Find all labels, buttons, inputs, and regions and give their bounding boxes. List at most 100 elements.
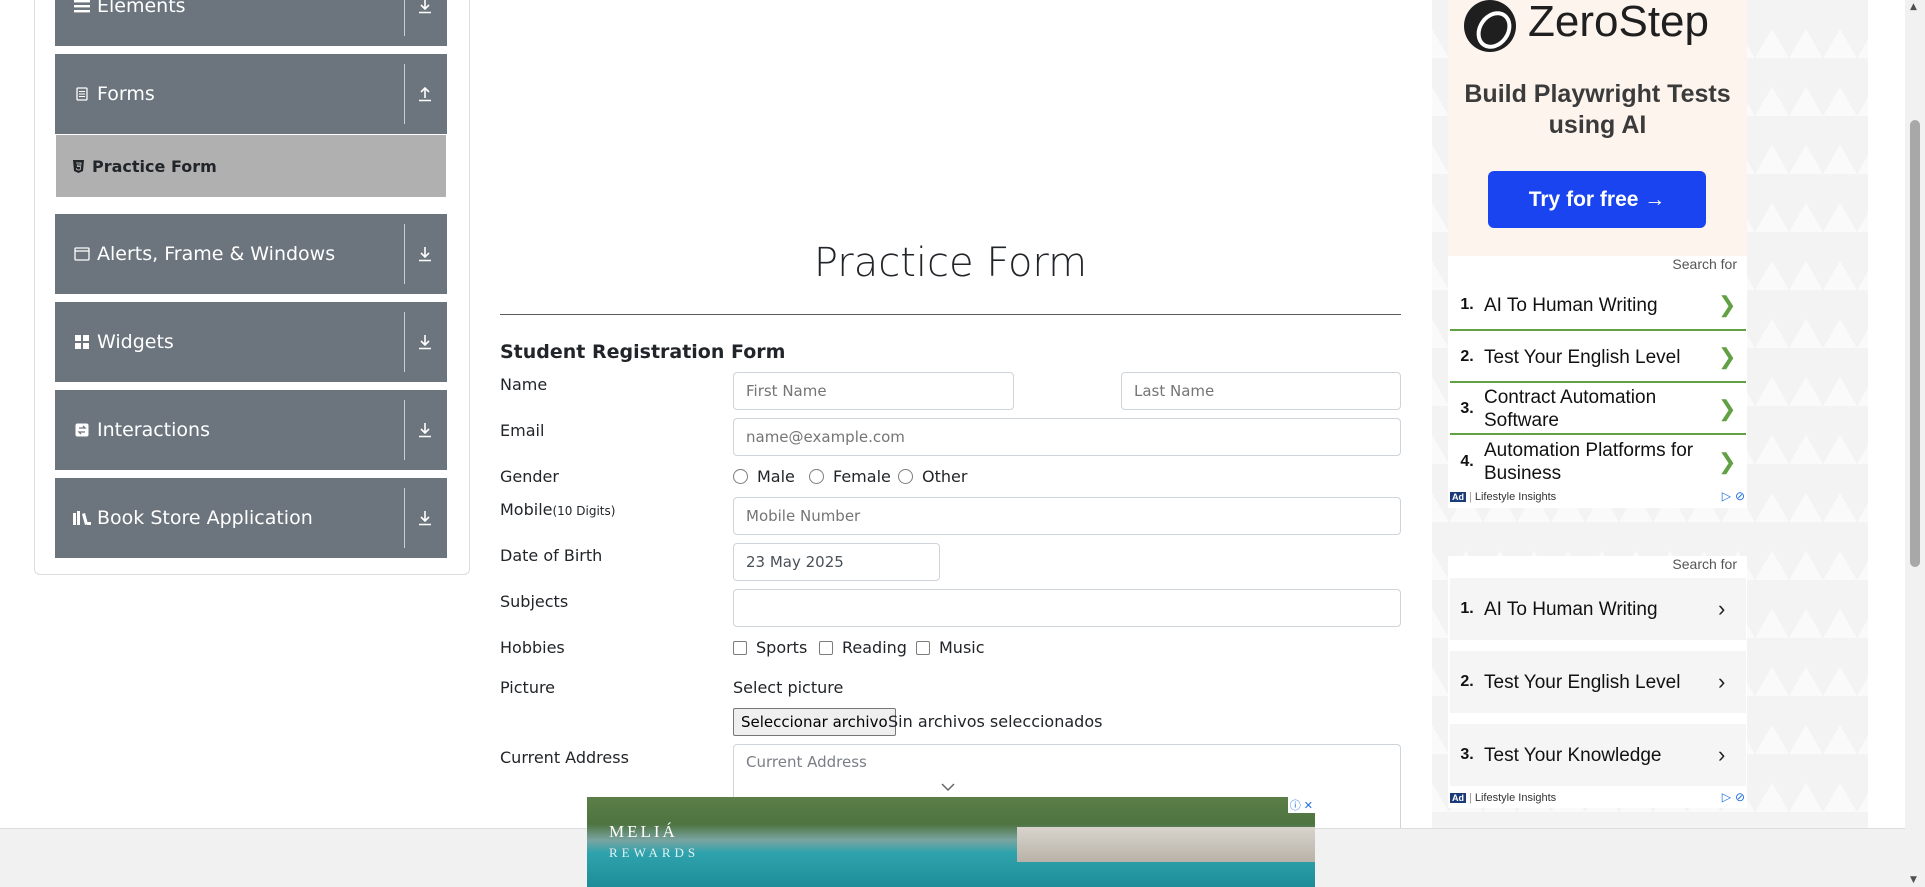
search-for-label: Search for xyxy=(1672,556,1737,572)
adchoices-controls[interactable]: ▷ ⊘ xyxy=(1722,790,1745,804)
download-arrow-icon[interactable] xyxy=(413,214,437,294)
select-picture-label: Select picture xyxy=(733,678,844,697)
date-of-birth-input[interactable]: 23 May 2025 xyxy=(733,543,940,581)
gender-other-radio[interactable]: Other xyxy=(898,467,967,486)
checkbox-label: Reading xyxy=(842,638,907,657)
upload-arrow-icon[interactable] xyxy=(413,54,437,134)
form-subtitle: Student Registration Form xyxy=(500,341,786,363)
checkbox-label: Sports xyxy=(756,638,808,657)
email-input[interactable] xyxy=(733,418,1401,456)
scroll-down-arrow-icon[interactable]: ▼ xyxy=(1910,875,1917,885)
checkbox-label: Music xyxy=(939,638,985,657)
last-name-input[interactable] xyxy=(1121,372,1401,410)
adchoices-controls[interactable]: ▷ ⊘ xyxy=(1722,489,1745,503)
checkbox[interactable] xyxy=(819,640,833,655)
result-number: 2. xyxy=(1460,348,1474,365)
result-number: 4. xyxy=(1460,453,1474,470)
adchoices-icon[interactable]: ▷ xyxy=(1722,489,1731,503)
hobby-sports-checkbox[interactable]: Sports xyxy=(733,638,807,657)
close-icon[interactable]: ✕ xyxy=(1304,799,1313,812)
try-for-free-button[interactable]: Try for free → xyxy=(1488,171,1706,228)
search-result-item[interactable]: 2. Test Your English Level › xyxy=(1450,651,1746,713)
hide-ad-icon[interactable]: ⊘ xyxy=(1735,790,1745,804)
separator xyxy=(404,64,405,124)
adchoices-icon[interactable]: ▷ xyxy=(1722,790,1731,804)
gender-female-radio[interactable]: Female xyxy=(809,467,891,486)
hobby-music-checkbox[interactable]: Music xyxy=(916,638,985,657)
search-result-item[interactable]: 4. Automation Platforms for Business ❯ xyxy=(1450,437,1746,487)
checkbox[interactable] xyxy=(916,640,930,655)
document-icon xyxy=(71,87,93,101)
result-number: 3. xyxy=(1460,400,1474,417)
scrollbar-thumb[interactable] xyxy=(1910,120,1920,567)
search-result-item[interactable]: 3. Contract Automation Software ❯ xyxy=(1450,385,1746,435)
separator xyxy=(404,224,405,284)
checkbox[interactable] xyxy=(733,640,747,655)
info-icon[interactable]: ⓘ xyxy=(1290,797,1301,813)
chevron-right-icon: ❯ xyxy=(1718,396,1737,421)
search-result-item[interactable]: 2. Test Your English Level ❯ xyxy=(1450,333,1746,383)
result-text: Test Your English Level xyxy=(1484,346,1681,368)
sidebar-group-interactions[interactable]: Interactions xyxy=(55,390,447,470)
choose-file-button[interactable]: Seleccionar archivo xyxy=(733,708,896,736)
download-arrow-icon[interactable] xyxy=(413,390,437,470)
books-icon xyxy=(71,511,93,525)
grid-icon xyxy=(71,335,93,349)
name-label: Name xyxy=(500,375,548,394)
gender-male-radio[interactable]: Male xyxy=(733,467,795,486)
mobile-label-text: Mobile xyxy=(500,500,553,519)
separator xyxy=(404,312,405,372)
radio-button[interactable] xyxy=(733,469,748,484)
result-number: 3. xyxy=(1460,746,1474,763)
hobby-reading-checkbox[interactable]: Reading xyxy=(819,638,907,657)
chevron-down-icon xyxy=(941,781,955,796)
radio-label: Male xyxy=(757,467,795,486)
search-result-item[interactable]: 3. Test Your Knowledge › xyxy=(1450,724,1746,786)
radio-button[interactable] xyxy=(898,469,913,484)
melia-banner-ad[interactable]: MELIÁ REWARDS ⓘ ✕ xyxy=(587,797,1315,887)
ad-footer: Ad | Lifestyle Insights ▷ ⊘ xyxy=(1448,489,1747,505)
separator xyxy=(404,488,405,548)
subjects-label: Subjects xyxy=(500,592,569,611)
download-arrow-icon[interactable] xyxy=(413,0,437,46)
sidebar-item-label: Practice Form xyxy=(92,156,217,176)
subjects-input[interactable] xyxy=(733,589,1401,627)
sidebar-item-practice-form[interactable]: Practice Form xyxy=(56,135,446,197)
sidebar-group-label: Interactions xyxy=(97,419,210,441)
file-status-text: Sin archivos seleccionados xyxy=(888,712,1103,731)
sidebar-group-forms[interactable]: Forms xyxy=(55,54,447,134)
zerostep-tagline: Build Playwright Tests using AI xyxy=(1464,80,1731,139)
picture-label: Picture xyxy=(500,678,556,697)
email-label: Email xyxy=(500,421,545,440)
sidebar-group-label: Book Store Application xyxy=(97,507,313,529)
chevron-right-icon: ❯ xyxy=(1718,344,1737,369)
download-arrow-icon[interactable] xyxy=(413,302,437,382)
first-name-input[interactable] xyxy=(733,372,1014,410)
window-icon xyxy=(71,247,93,261)
search-result-item[interactable]: 1. AI To Human Writing ❯ xyxy=(1450,281,1746,331)
sidebar-group-label: Widgets xyxy=(97,331,174,353)
sidebar-group-label: Elements xyxy=(97,0,186,17)
search-result-item[interactable]: 1. AI To Human Writing › xyxy=(1450,578,1746,640)
ad-footer: Ad | Lifestyle Insights ▷ ⊘ xyxy=(1448,790,1747,806)
adchoices-controls[interactable]: ⓘ ✕ xyxy=(1287,797,1315,813)
gender-label: Gender xyxy=(500,467,559,486)
radio-button[interactable] xyxy=(809,469,824,484)
hide-ad-icon[interactable]: ⊘ xyxy=(1735,489,1745,503)
dob-label: Date of Birth xyxy=(500,546,603,565)
mobile-number-input[interactable] xyxy=(733,497,1401,535)
sidebar-group-elements[interactable]: Elements xyxy=(55,0,447,46)
hamburger-icon xyxy=(71,0,93,13)
download-arrow-icon[interactable] xyxy=(413,478,437,558)
radio-label: Female xyxy=(833,467,891,486)
sidebar-group-widgets[interactable]: Widgets xyxy=(55,302,447,382)
mobile-hint: (10 Digits) xyxy=(552,504,616,518)
melia-logo: MELIÁ REWARDS xyxy=(609,821,699,863)
page-scrollbar[interactable]: ▲ ▼ xyxy=(1905,0,1925,887)
zerostep-logo: ZeroStep xyxy=(1464,0,1709,52)
sidebar-group-book-store-application[interactable]: Book Store Application xyxy=(55,478,447,558)
scroll-up-arrow-icon[interactable]: ▲ xyxy=(1910,2,1917,12)
sidebar-group-alerts-frame-windows[interactable]: Alerts, Frame & Windows xyxy=(55,214,447,294)
html5-icon xyxy=(70,159,86,173)
ad-badge: Ad xyxy=(1450,793,1466,803)
